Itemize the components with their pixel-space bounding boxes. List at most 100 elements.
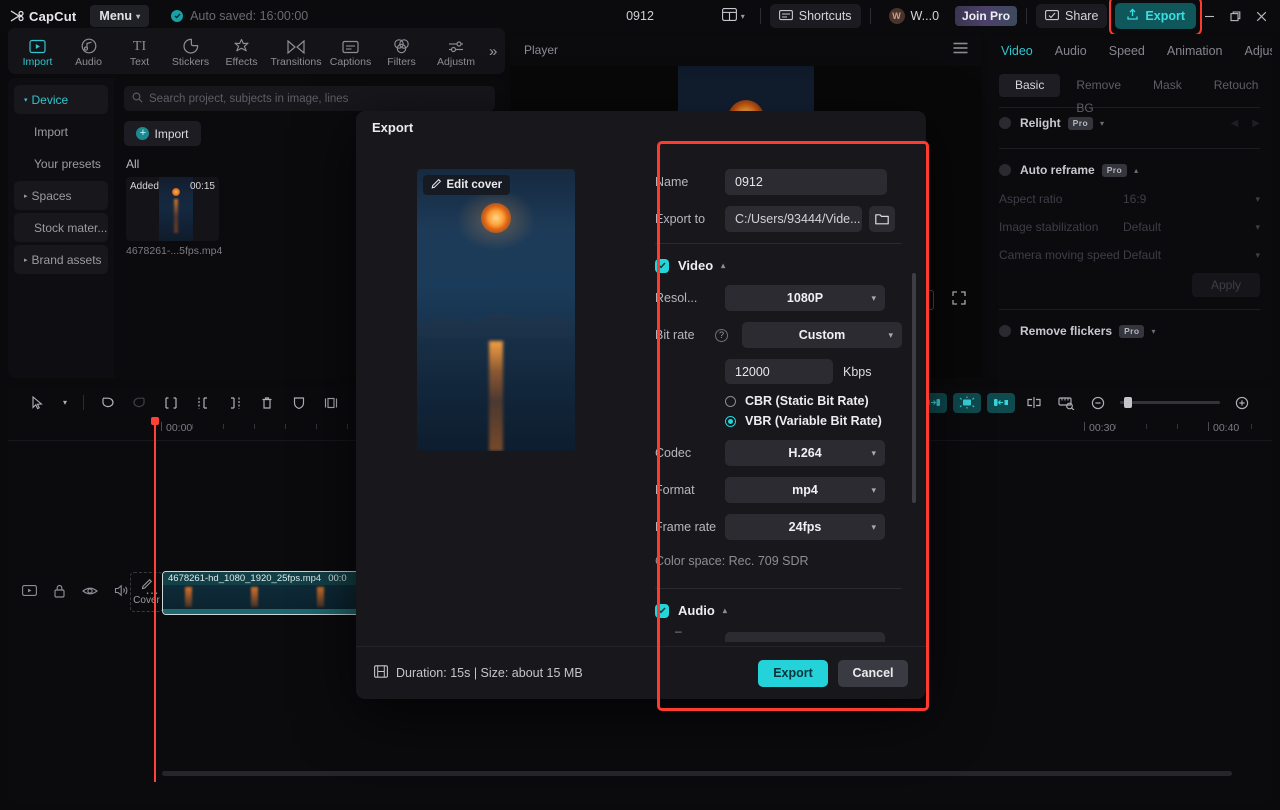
export-form-scrollbar[interactable] (912, 273, 916, 503)
subtab-basic[interactable]: Basic (999, 74, 1060, 97)
sidebar-item-import[interactable]: Import (14, 117, 108, 146)
shield-icon[interactable] (283, 392, 315, 414)
split-icon[interactable] (155, 392, 187, 414)
resolution-select[interactable]: 1080P ▾ (725, 285, 885, 311)
track-mute-icon[interactable] (114, 584, 129, 603)
tab-audio[interactable]: Audio (1055, 44, 1087, 58)
tool-text[interactable]: TI Text (114, 35, 165, 68)
media-thumbnail[interactable]: Added 00:15 (126, 177, 219, 241)
auto-reframe-row[interactable]: Auto reframe Pro ▴ (987, 155, 1272, 185)
track-video-icon[interactable] (22, 584, 37, 603)
relight-nav-arrows[interactable]: ◀ ▶ (1231, 118, 1260, 129)
tab-adjust[interactable]: Adjust (1244, 44, 1272, 58)
export-name-input[interactable]: 0912 (725, 169, 887, 195)
ruler-icon[interactable] (1050, 392, 1082, 414)
subtab-mask[interactable]: Mask (1137, 74, 1198, 97)
dialog-cancel-button[interactable]: Cancel (838, 660, 908, 687)
relight-row[interactable]: Relight Pro ▾ ◀ ▶ (987, 108, 1272, 138)
format-select[interactable]: mp4 ▾ (725, 477, 885, 503)
timeline-horizontal-scrollbar[interactable] (162, 771, 1232, 776)
export-path-input[interactable]: C:/Users/93444/Vide... (725, 206, 862, 232)
chevron-up-icon[interactable]: ▴ (723, 606, 727, 615)
tab-video[interactable]: Video (1001, 44, 1033, 58)
snap-right-icon[interactable] (987, 393, 1015, 413)
chevron-left-icon[interactable]: ◀ (1231, 118, 1239, 129)
cbr-radio-row[interactable]: CBR (Static Bit Rate) (725, 394, 902, 408)
tool-transitions[interactable]: Transitions (267, 35, 325, 68)
dialog-export-button[interactable]: Export (758, 660, 828, 687)
browse-folder-button[interactable] (869, 206, 895, 232)
menu-button[interactable]: Menu ▾ (90, 5, 149, 27)
tool-captions[interactable]: Captions (325, 35, 376, 68)
audio-section-checkbox[interactable] (655, 604, 669, 618)
edit-cover-button[interactable]: Edit cover (423, 175, 511, 195)
tool-stickers[interactable]: Stickers (165, 35, 216, 68)
chevron-down-icon[interactable]: ▾ (1100, 119, 1104, 128)
tool-import[interactable]: Import (12, 35, 63, 68)
camera-moving-speed-field[interactable]: Camera moving speed Default ▾ (987, 241, 1272, 269)
chevron-down-icon[interactable]: ▾ (1151, 327, 1155, 336)
zoom-out-icon[interactable] (1082, 392, 1114, 414)
cbr-radio[interactable] (725, 396, 736, 407)
timeline-zoom-knob[interactable] (1124, 397, 1132, 408)
player-menu-icon[interactable] (953, 41, 968, 59)
vbr-radio[interactable] (725, 416, 736, 427)
video-section-header[interactable]: Video ▴ (655, 258, 902, 273)
track-lock-icon[interactable] (53, 584, 66, 603)
layout-switcher-button[interactable]: ▾ (716, 4, 751, 28)
bitrate-select[interactable]: Custom ▾ (742, 322, 902, 348)
sidebar-item-stock-materials[interactable]: Stock mater... (14, 213, 108, 242)
apply-button[interactable]: Apply (1192, 273, 1260, 297)
subtab-retouch[interactable]: Retouch (1198, 74, 1272, 97)
image-stabilization-field[interactable]: Image stabilization Default ▾ (987, 213, 1272, 241)
export-button[interactable]: Export (1115, 3, 1196, 29)
audio-field-partial[interactable] (725, 632, 885, 642)
join-pro-button[interactable]: Join Pro (955, 6, 1017, 26)
info-icon[interactable]: ? (715, 329, 728, 342)
maximize-button[interactable] (1222, 3, 1248, 29)
chevron-up-icon[interactable]: ▴ (1134, 166, 1138, 175)
import-media-button[interactable]: + Import (124, 121, 201, 146)
sidebar-item-your-presets[interactable]: Your presets (14, 149, 108, 178)
chevron-up-icon[interactable]: ▴ (721, 261, 725, 270)
snap-center-icon[interactable] (953, 393, 981, 413)
account-button[interactable]: W W...0 (880, 4, 948, 28)
track-visibility-icon[interactable] (82, 584, 98, 603)
tool-rail-more-button[interactable]: » (489, 43, 497, 60)
framerate-select[interactable]: 24fps ▾ (725, 514, 885, 540)
remove-flickers-row[interactable]: Remove flickers Pro ▾ (987, 316, 1272, 346)
bitrate-number-input[interactable]: 12000 (725, 359, 833, 384)
relight-toggle[interactable] (999, 117, 1011, 129)
crop-icon[interactable] (315, 392, 347, 414)
close-button[interactable] (1248, 3, 1274, 29)
mirror-icon[interactable] (1018, 392, 1050, 414)
zoom-in-icon[interactable] (1226, 392, 1258, 414)
fullscreen-icon[interactable] (952, 291, 966, 310)
auto-reframe-toggle[interactable] (999, 164, 1011, 176)
search-input[interactable]: Search project, subjects in image, lines (124, 86, 495, 111)
share-button[interactable]: Share (1036, 4, 1107, 28)
tool-adjustment[interactable]: Adjustm (427, 35, 485, 68)
tool-filters[interactable]: Filters (376, 35, 427, 68)
select-tool-icon[interactable] (22, 392, 54, 414)
timeline-zoom-slider[interactable] (1120, 401, 1220, 404)
sidebar-item-brand-assets[interactable]: ▸ Brand assets (14, 245, 108, 274)
video-section-checkbox[interactable] (655, 259, 669, 273)
sidebar-item-device[interactable]: ▾ Device (14, 85, 108, 114)
cover-button[interactable]: Cover (130, 572, 163, 612)
remove-flickers-toggle[interactable] (999, 325, 1011, 337)
audio-section-header[interactable]: Audio ▴ (655, 603, 902, 618)
tab-speed[interactable]: Speed (1109, 44, 1145, 58)
minimize-button[interactable] (1196, 3, 1222, 29)
aspect-ratio-field[interactable]: Aspect ratio 16:9 ▾ (987, 185, 1272, 213)
tool-effects[interactable]: Effects (216, 35, 267, 68)
tab-animation[interactable]: Animation (1167, 44, 1223, 58)
undo-icon[interactable] (91, 392, 123, 414)
sidebar-item-spaces[interactable]: ▸ Spaces (14, 181, 108, 210)
trim-right-icon[interactable] (219, 392, 251, 414)
subtab-remove-bg[interactable]: Remove BG (1060, 74, 1137, 97)
select-tool-dropdown-icon[interactable]: ▾ (54, 392, 76, 414)
trim-left-icon[interactable] (187, 392, 219, 414)
timeline-playhead[interactable] (154, 419, 156, 782)
vbr-radio-row[interactable]: VBR (Variable Bit Rate) (725, 414, 902, 428)
